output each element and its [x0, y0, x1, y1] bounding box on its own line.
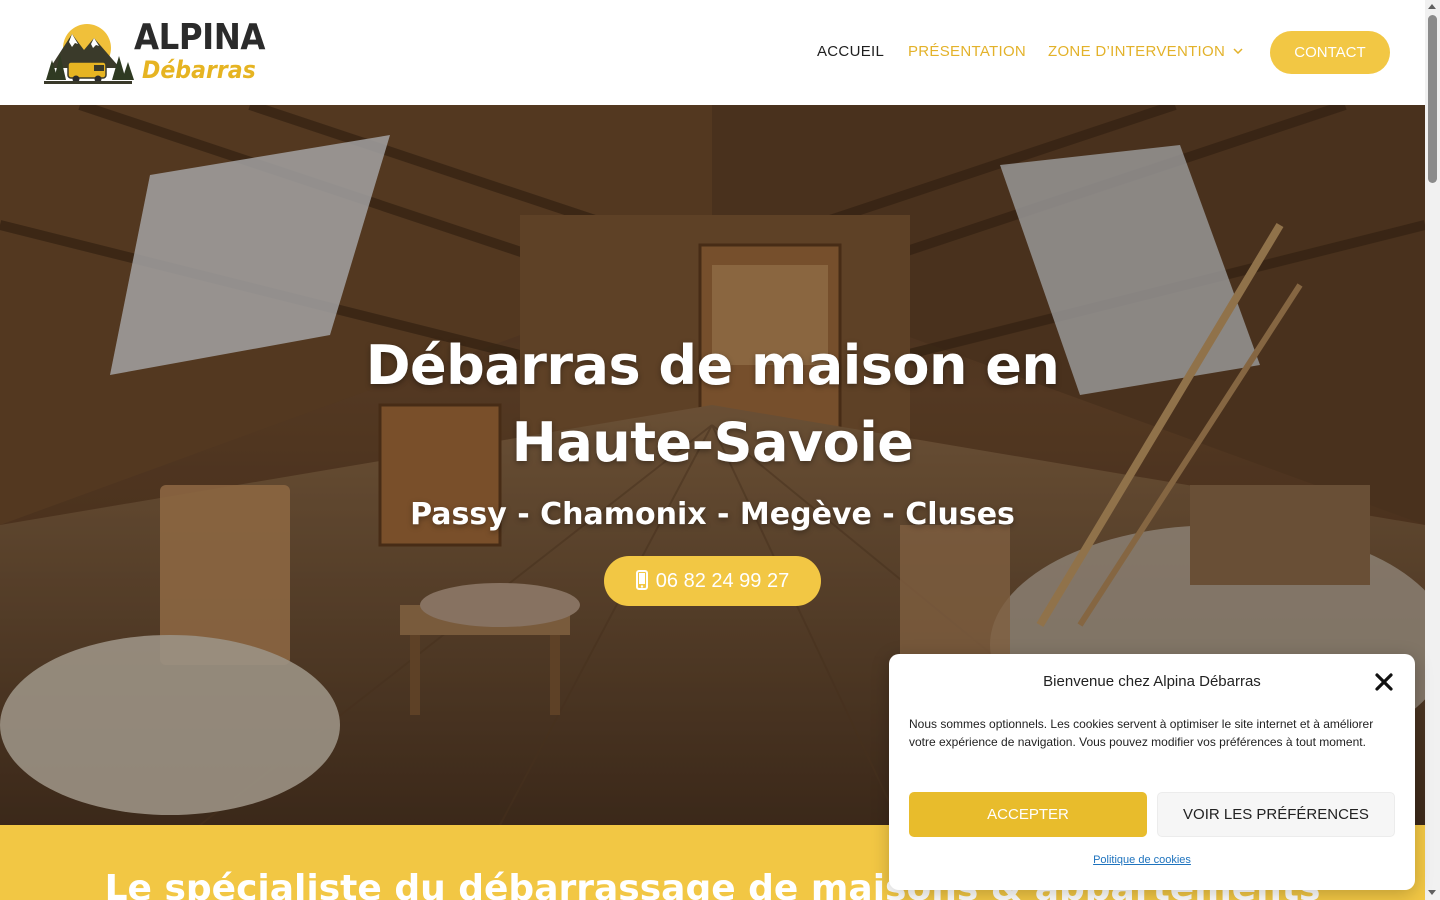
scroll-down-arrow-icon[interactable] — [1428, 890, 1436, 895]
accept-cookies-button[interactable]: ACCEPTER — [909, 792, 1147, 837]
mobile-phone-icon — [635, 570, 648, 590]
hero-subtitle: Passy - Chamonix - Megève - Cluses — [410, 497, 1015, 532]
logo[interactable]: ALPINA Débarras — [42, 17, 282, 86]
cookie-consent-dialog: Bienvenue chez Alpina Débarras Nous somm… — [889, 654, 1415, 890]
site-header: ALPINA Débarras ACCUEIL PRÉSENTATION ZON… — [0, 0, 1425, 105]
nav-item-zone-label: ZONE D’INTERVENTION — [1048, 43, 1226, 60]
cookie-policy-link[interactable]: Politique de cookies — [889, 854, 1395, 866]
logo-wordmark-alpina: ALPINA — [134, 17, 266, 58]
nav-item-accueil[interactable]: ACCUEIL — [817, 43, 884, 61]
logo-mountain-van-icon — [44, 24, 134, 84]
scroll-up-arrow-icon[interactable] — [1428, 4, 1436, 9]
close-icon[interactable] — [1373, 671, 1395, 693]
page-scrollbar[interactable] — [1425, 0, 1440, 900]
cookie-dialog-text: Nous sommes optionnels. Les cookies serv… — [909, 717, 1374, 749]
view-preferences-button[interactable]: VOIR LES PRÉFÉRENCES — [1157, 792, 1395, 837]
phone-number: 06 82 24 99 27 — [655, 570, 790, 592]
nav-item-zone-intervention[interactable]: ZONE D’INTERVENTION — [1048, 43, 1243, 61]
contact-button[interactable]: CONTACT — [1270, 31, 1390, 74]
nav-item-presentation[interactable]: PRÉSENTATION — [908, 43, 1026, 61]
chevron-down-icon — [1233, 48, 1243, 54]
scrollbar-thumb[interactable] — [1428, 15, 1437, 183]
hero-title-line1: Débarras de maison en — [365, 334, 1060, 397]
logo-wordmark-debarras: Débarras — [142, 56, 256, 84]
hero-title: Débarras de maison en Haute-Savoie — [0, 327, 1425, 481]
phone-call-button[interactable]: 06 82 24 99 27 — [604, 556, 821, 606]
hero-title-line2: Haute-Savoie — [511, 411, 914, 474]
cookie-dialog-title: Bienvenue chez Alpina Débarras — [1043, 673, 1261, 690]
